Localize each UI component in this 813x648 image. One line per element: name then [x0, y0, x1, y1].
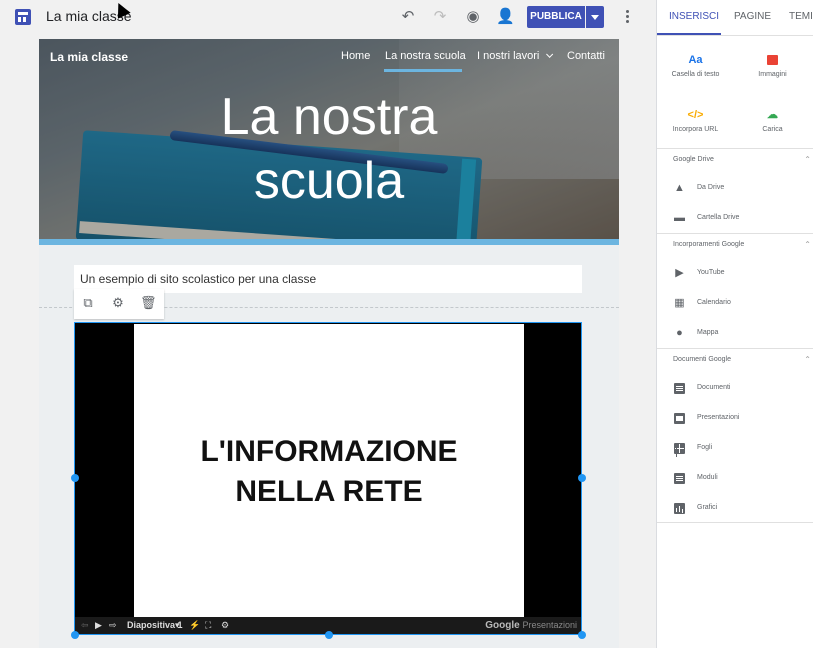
nav-la-nostra-scuola[interactable]: La nostra scuola	[385, 50, 466, 62]
drive-folder-icon: ▬	[674, 212, 685, 224]
item-label: Presentazioni	[697, 414, 740, 421]
item-presentazioni[interactable]: Presentazioni	[673, 411, 803, 427]
tile-label: Casella di testo	[671, 71, 720, 78]
tile-label: Incorpora URL	[672, 126, 719, 133]
item-label: Grafici	[697, 504, 718, 511]
redo-icon[interactable]: ↷	[431, 8, 449, 26]
item-calendario[interactable]: ▦ Calendario	[673, 296, 803, 312]
publish-button[interactable]: PUBBLICA	[527, 6, 585, 28]
item-label: YouTube	[697, 269, 725, 276]
resize-handle-bottom-left[interactable]	[71, 631, 79, 639]
text-box-icon: Aa	[688, 54, 703, 66]
item-grafici[interactable]: Grafici	[673, 501, 803, 517]
undo-icon[interactable]: ↶	[399, 8, 417, 26]
slide-title-text: L'INFORMAZIONE NELLA RETE	[200, 435, 458, 508]
share-person-icon[interactable]: 👤	[496, 8, 515, 26]
settings-gear-icon[interactable]: ⚙	[110, 295, 126, 311]
slide-page: L'INFORMAZIONE NELLA RETE	[134, 324, 524, 617]
page-title[interactable]: La nostra scuola	[179, 85, 479, 213]
lightning-icon[interactable]: ⚡	[189, 620, 200, 631]
resize-handle-bottom[interactable]	[325, 631, 333, 639]
item-label: Calendario	[697, 299, 731, 306]
nav-contatti[interactable]: Contatti	[567, 50, 605, 62]
more-vert-icon[interactable]	[626, 10, 630, 24]
insert-panel: INSERISCI PAGINE TEMI Aa Casella di test…	[656, 0, 813, 648]
delete-trash-icon[interactable]: 🗑	[140, 295, 157, 311]
slides-embed[interactable]: L'INFORMAZIONE NELLA RETE ⇦ ▶ ⇨ Diaposit…	[74, 322, 582, 635]
item-label: Moduli	[697, 474, 718, 481]
publish-dropdown-icon[interactable]	[586, 6, 604, 28]
tab-pagine[interactable]: PAGINE	[734, 11, 771, 22]
tile-carica[interactable]: ☁ Carica	[735, 107, 810, 133]
item-moduli[interactable]: Moduli	[673, 471, 803, 487]
collapse-chevron-icon[interactable]: ⌃	[804, 155, 811, 164]
item-label: Documenti	[697, 384, 731, 391]
item-label: Cartella Drive	[697, 214, 740, 221]
resize-handle-bottom-right[interactable]	[578, 631, 586, 639]
item-label: Fogli	[697, 444, 713, 451]
google-presentazioni-brand: Google Presentazioni	[485, 620, 577, 631]
sheets-icon	[674, 443, 685, 454]
brand-google: Google	[485, 620, 520, 631]
item-mappa[interactable]: ● Mappa	[673, 326, 803, 342]
forms-icon	[674, 473, 685, 484]
banner-accent-bar	[39, 239, 619, 245]
open-external-icon[interactable]: ⧉	[80, 295, 96, 311]
fullscreen-icon[interactable]: ⛶	[205, 620, 211, 631]
preview-eye-icon[interactable]: ◉	[464, 8, 482, 26]
player-settings-icon[interactable]: ⚙	[221, 620, 229, 631]
item-label: Mappa	[697, 329, 719, 336]
header-site-name[interactable]: La mia classe	[50, 50, 128, 64]
item-label: Da Drive	[697, 184, 725, 191]
slide-title: L'INFORMAZIONE NELLA RETE	[134, 432, 524, 512]
tile-label: Carica	[762, 126, 783, 133]
nav-i-nostri-lavori[interactable]: I nostri lavori	[477, 50, 554, 62]
calendar-icon: ▦	[674, 297, 685, 309]
sites-logo-icon[interactable]	[15, 9, 31, 25]
element-controls: ⧉ ⚙ 🗑	[74, 289, 164, 319]
item-da-drive[interactable]: ▲ Da Drive	[673, 181, 803, 197]
item-cartella-drive[interactable]: ▬ Cartella Drive	[673, 211, 803, 227]
brand-product: Presentazioni	[522, 620, 577, 630]
header-banner[interactable]: La mia classe Home La nostra scuola I no…	[39, 39, 619, 245]
resize-handle-right[interactable]	[578, 474, 586, 482]
docs-icon	[674, 383, 685, 394]
tile-immagini[interactable]: Immagini	[735, 52, 810, 78]
page-canvas: La mia classe Home La nostra scuola I no…	[39, 39, 619, 648]
section-incorporamenti-google[interactable]: Incorporamenti Google	[673, 241, 744, 248]
tile-incorpora-url[interactable]: </> Incorpora URL	[658, 107, 733, 133]
subtitle-text[interactable]: Un esempio di sito scolastico per una cl…	[80, 272, 316, 286]
tab-inserisci[interactable]: INSERISCI	[669, 11, 719, 22]
item-youtube[interactable]: ▶ YouTube	[673, 266, 803, 282]
charts-icon	[674, 503, 685, 514]
collapse-chevron-icon[interactable]: ⌃	[804, 355, 811, 364]
item-documenti[interactable]: Documenti	[673, 381, 803, 397]
item-fogli[interactable]: Fogli	[673, 441, 803, 457]
drive-icon: ▲	[674, 182, 685, 194]
section-documenti-google[interactable]: Documenti Google	[673, 356, 731, 363]
collapse-chevron-icon[interactable]: ⌃	[804, 240, 811, 249]
top-bar: La mia classe ↶ ↷ ◉ 👤 PUBBLICA	[0, 0, 656, 34]
tile-casella-di-testo[interactable]: Aa Casella di testo	[658, 52, 733, 78]
nav-active-indicator	[384, 69, 462, 72]
nav-home[interactable]: Home	[341, 50, 370, 62]
youtube-icon: ▶	[675, 267, 684, 279]
prev-disabled-icon: ⇦	[81, 620, 89, 630]
tab-temi[interactable]: TEMI	[789, 11, 813, 22]
next-icon[interactable]: ⇨	[109, 620, 117, 631]
play-icon[interactable]: ▶	[95, 620, 102, 631]
slides-icon	[674, 413, 685, 424]
map-pin-icon: ●	[676, 327, 683, 339]
upload-icon: ☁	[767, 109, 778, 121]
embed-icon: </>	[687, 109, 704, 121]
tile-label: Immagini	[758, 71, 787, 78]
section-google-drive[interactable]: Google Drive	[673, 156, 714, 163]
resize-handle-left[interactable]	[71, 474, 79, 482]
slide-selector-chevron-icon[interactable]: ▾	[175, 620, 180, 631]
image-icon	[735, 52, 810, 68]
nav-label: I nostri lavori	[477, 50, 540, 62]
